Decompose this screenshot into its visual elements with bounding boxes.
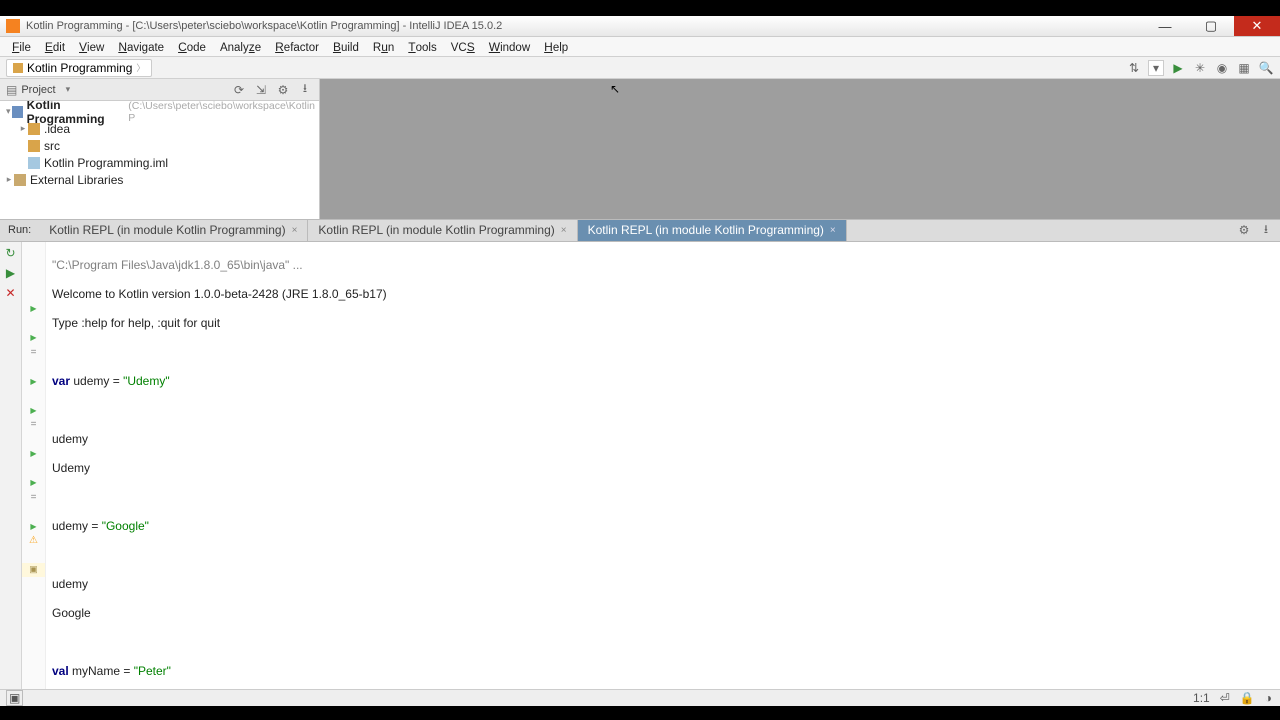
- stop-icon[interactable]: [5, 286, 15, 300]
- run-button-icon[interactable]: ▶: [1170, 60, 1186, 76]
- run-tab-1[interactable]: Kotlin REPL (in module Kotlin Programmin…: [308, 220, 577, 241]
- caret-position: 1:1: [1193, 691, 1210, 705]
- folder-icon: [13, 63, 23, 73]
- gear-icon[interactable]: ⚙: [1236, 222, 1252, 238]
- menu-build[interactable]: Build: [327, 40, 365, 54]
- menu-window[interactable]: Window: [483, 40, 536, 54]
- run-toolbar: [0, 242, 22, 689]
- tree-root-path: (C:\Users\peter\sciebo\workspace\Kotlin …: [128, 100, 315, 124]
- collapse-all-icon[interactable]: ⇲: [253, 82, 269, 98]
- library-icon: [14, 174, 26, 186]
- menu-refactor[interactable]: Refactor: [269, 40, 325, 54]
- menu-edit[interactable]: Edit: [39, 40, 71, 54]
- lock-icon[interactable]: 🔒: [1240, 691, 1255, 705]
- tree-external-libs[interactable]: ▸ External Libraries: [0, 171, 319, 188]
- app-icon: [6, 19, 20, 33]
- menu-help[interactable]: Help: [538, 40, 574, 54]
- breadcrumb-bar: Kotlin Programming 〉 ⇅ ▾ ▶ ✳ ◉ ▦ 🔍: [0, 57, 1280, 79]
- notifications-icon[interactable]: ◑: [1265, 691, 1272, 705]
- gear-icon[interactable]: ⚙: [275, 82, 291, 98]
- play-icon[interactable]: [6, 266, 15, 280]
- project-tool-icon: ▤: [6, 83, 17, 97]
- sync-icon[interactable]: ⇅: [1126, 60, 1142, 76]
- hide-icon[interactable]: ⭳: [1258, 222, 1274, 238]
- line-separator-icon[interactable]: ⏎: [1220, 691, 1230, 705]
- tree-root[interactable]: ▾ Kotlin Programming (C:\Users\peter\sci…: [0, 103, 319, 120]
- folder-icon: [28, 123, 40, 135]
- chevron-right-icon: 〉: [136, 61, 145, 74]
- project-structure-icon[interactable]: ▦: [1236, 60, 1252, 76]
- breadcrumb-label: Kotlin Programming: [27, 61, 132, 75]
- project-tree[interactable]: ▾ Kotlin Programming (C:\Users\peter\sci…: [0, 101, 319, 190]
- repl-output[interactable]: "C:\Program Files\Java\jdk1.8.0_65\bin\j…: [46, 242, 1280, 689]
- menu-view[interactable]: View: [73, 40, 110, 54]
- tree-item-iml[interactable]: Kotlin Programming.iml: [0, 154, 319, 171]
- menu-analyze[interactable]: Analyze: [214, 40, 267, 54]
- run-panel-label: Run:: [0, 224, 39, 236]
- scroll-to-source-icon[interactable]: ⟳: [231, 82, 247, 98]
- close-icon[interactable]: ×: [292, 225, 298, 236]
- menu-code[interactable]: Code: [172, 40, 212, 54]
- statusbar: ▣ 1:1 ⏎ 🔒 ◑: [0, 689, 1280, 706]
- mouse-cursor-icon: ↖: [610, 82, 620, 96]
- menu-tools[interactable]: Tools: [402, 40, 442, 54]
- run-panel: Run: Kotlin REPL (in module Kotlin Progr…: [0, 219, 1280, 689]
- statusbar-msg-icon[interactable]: ▣: [6, 690, 23, 706]
- close-button[interactable]: ✕: [1234, 16, 1280, 36]
- search-icon[interactable]: 🔍: [1258, 60, 1274, 76]
- window-title: Kotlin Programming - [C:\Users\peter\sci…: [26, 20, 502, 32]
- editor-empty-area: ↖: [320, 79, 1280, 219]
- file-icon: [28, 157, 40, 169]
- menubar: File Edit View Navigate Code Analyze Ref…: [0, 37, 1280, 57]
- close-icon[interactable]: ×: [830, 225, 836, 236]
- maximize-button[interactable]: ▢: [1188, 16, 1234, 36]
- repl-gutter: [22, 242, 46, 689]
- hide-icon[interactable]: ⭳: [297, 82, 313, 98]
- menu-file[interactable]: File: [6, 40, 37, 54]
- menu-vcs[interactable]: VCS: [445, 40, 481, 54]
- close-icon[interactable]: ×: [561, 225, 567, 236]
- chevron-down-icon[interactable]: ▾: [66, 84, 71, 95]
- stop-icon[interactable]: ◉: [1214, 60, 1230, 76]
- module-icon: [12, 106, 22, 118]
- menu-run[interactable]: Run: [367, 40, 400, 54]
- run-config-dropdown[interactable]: ▾: [1148, 60, 1164, 76]
- project-panel-label: Project: [21, 84, 55, 96]
- breadcrumb-project[interactable]: Kotlin Programming 〉: [6, 59, 152, 77]
- run-tab-2[interactable]: Kotlin REPL (in module Kotlin Programmin…: [578, 220, 847, 241]
- project-panel: ▤ Project ▾ ⟳ ⇲ ⚙ ⭳ ▾ Kotlin Pr: [0, 79, 320, 219]
- run-tab-0[interactable]: Kotlin REPL (in module Kotlin Programmin…: [39, 220, 308, 241]
- folder-icon: [28, 140, 40, 152]
- debug-icon[interactable]: ✳: [1192, 60, 1208, 76]
- minimize-button[interactable]: —: [1142, 16, 1188, 36]
- menu-navigate[interactable]: Navigate: [112, 40, 170, 54]
- tree-item-src[interactable]: src: [0, 137, 319, 154]
- tree-root-label: Kotlin Programming: [27, 98, 125, 126]
- restart-icon[interactable]: [5, 246, 15, 260]
- titlebar: Kotlin Programming - [C:\Users\peter\sci…: [0, 16, 1280, 37]
